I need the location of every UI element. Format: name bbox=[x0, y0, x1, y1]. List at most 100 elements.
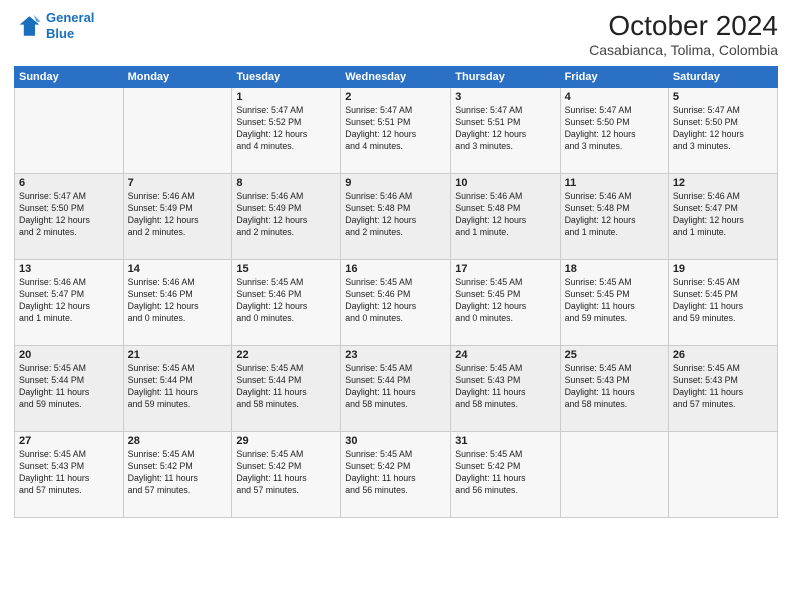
main-title: October 2024 bbox=[589, 10, 778, 42]
day-info: Sunrise: 5:45 AMSunset: 5:42 PMDaylight:… bbox=[128, 449, 228, 497]
day-number: 2 bbox=[345, 91, 446, 103]
table-row: 12 Sunrise: 5:46 AMSunset: 5:47 PMDayligh… bbox=[668, 174, 777, 260]
day-number: 3 bbox=[455, 91, 555, 103]
logo-text: General Blue bbox=[46, 10, 94, 41]
day-number: 11 bbox=[565, 177, 664, 189]
subtitle: Casabianca, Tolima, Colombia bbox=[589, 42, 778, 58]
day-number: 10 bbox=[455, 177, 555, 189]
day-info: Sunrise: 5:45 AMSunset: 5:44 PMDaylight:… bbox=[19, 363, 119, 411]
col-sunday: Sunday bbox=[15, 67, 124, 88]
table-row: 18 Sunrise: 5:45 AMSunset: 5:45 PMDayligh… bbox=[560, 260, 668, 346]
table-row: 1Sunrise: 5:47 AMSunset: 5:52 PMDaylight… bbox=[232, 88, 341, 174]
day-number: 12 bbox=[673, 177, 773, 189]
table-row: 14 Sunrise: 5:46 AMSunset: 5:46 PMDayligh… bbox=[123, 260, 232, 346]
day-info: Sunrise: 5:45 AMSunset: 5:43 PMDaylight:… bbox=[455, 363, 555, 411]
table-row bbox=[560, 432, 668, 518]
table-row: 8Sunrise: 5:46 AMSunset: 5:49 PMDaylight… bbox=[232, 174, 341, 260]
table-row: 29Sunrise: 5:45 AMSunset: 5:42 PMDayligh… bbox=[232, 432, 341, 518]
day-info: Sunrise: 5:46 AMSunset: 5:48 PMDaylight:… bbox=[455, 191, 555, 239]
day-info: Sunrise: 5:47 AMSunset: 5:51 PMDaylight:… bbox=[455, 105, 555, 153]
day-info: Sunrise: 5:45 AMSunset: 5:45 PMDaylight:… bbox=[565, 277, 664, 325]
table-row: 17 Sunrise: 5:45 AMSunset: 5:45 PMDayligh… bbox=[451, 260, 560, 346]
calendar-week-row: 27Sunrise: 5:45 AMSunset: 5:43 PMDayligh… bbox=[15, 432, 778, 518]
day-number: 21 bbox=[128, 349, 228, 361]
col-tuesday: Tuesday bbox=[232, 67, 341, 88]
header: General Blue October 2024 Casabianca, To… bbox=[14, 10, 778, 58]
day-number: 30 bbox=[345, 435, 446, 447]
col-saturday: Saturday bbox=[668, 67, 777, 88]
table-row: 26 Sunrise: 5:45 AMSunset: 5:43 PMDayligh… bbox=[668, 346, 777, 432]
table-row: 15Sunrise: 5:45 AMSunset: 5:46 PMDayligh… bbox=[232, 260, 341, 346]
table-row: 3 Sunrise: 5:47 AMSunset: 5:51 PMDaylight… bbox=[451, 88, 560, 174]
table-row: 20 Sunrise: 5:45 AMSunset: 5:44 PMDayligh… bbox=[15, 346, 124, 432]
day-info: Sunrise: 5:45 AMSunset: 5:44 PMDaylight:… bbox=[128, 363, 228, 411]
day-number: 20 bbox=[19, 349, 119, 361]
day-number: 9 bbox=[345, 177, 446, 189]
day-number: 1 bbox=[236, 91, 336, 103]
day-info: Sunrise: 5:47 AMSunset: 5:50 PMDaylight:… bbox=[19, 191, 119, 239]
day-info: Sunrise: 5:45 AMSunset: 5:42 PMDaylight:… bbox=[236, 449, 336, 497]
day-info: Sunrise: 5:46 AMSunset: 5:46 PMDaylight:… bbox=[128, 277, 228, 325]
table-row: 28 Sunrise: 5:45 AMSunset: 5:42 PMDayligh… bbox=[123, 432, 232, 518]
table-row: 13 Sunrise: 5:46 AMSunset: 5:47 PMDayligh… bbox=[15, 260, 124, 346]
day-info: Sunrise: 5:45 AMSunset: 5:43 PMDaylight:… bbox=[565, 363, 664, 411]
day-info: Sunrise: 5:46 AMSunset: 5:48 PMDaylight:… bbox=[565, 191, 664, 239]
day-info: Sunrise: 5:45 AMSunset: 5:43 PMDaylight:… bbox=[19, 449, 119, 497]
day-number: 25 bbox=[565, 349, 664, 361]
calendar-week-row: 20 Sunrise: 5:45 AMSunset: 5:44 PMDayligh… bbox=[15, 346, 778, 432]
day-number: 18 bbox=[565, 263, 664, 275]
day-info: Sunrise: 5:45 AMSunset: 5:44 PMDaylight:… bbox=[236, 363, 336, 411]
col-thursday: Thursday bbox=[451, 67, 560, 88]
day-number: 4 bbox=[565, 91, 664, 103]
logo: General Blue bbox=[14, 10, 94, 41]
day-info: Sunrise: 5:46 AMSunset: 5:47 PMDaylight:… bbox=[19, 277, 119, 325]
day-number: 31 bbox=[455, 435, 555, 447]
day-number: 6 bbox=[19, 177, 119, 189]
table-row: 5Sunrise: 5:47 AMSunset: 5:50 PMDaylight… bbox=[668, 88, 777, 174]
table-row: 24 Sunrise: 5:45 AMSunset: 5:43 PMDayligh… bbox=[451, 346, 560, 432]
day-number: 16 bbox=[345, 263, 446, 275]
table-row: 23Sunrise: 5:45 AMSunset: 5:44 PMDayligh… bbox=[341, 346, 451, 432]
table-row: 11 Sunrise: 5:46 AMSunset: 5:48 PMDayligh… bbox=[560, 174, 668, 260]
day-number: 17 bbox=[455, 263, 555, 275]
day-info: Sunrise: 5:46 AMSunset: 5:48 PMDaylight:… bbox=[345, 191, 446, 239]
table-row: 7 Sunrise: 5:46 AMSunset: 5:49 PMDaylight… bbox=[123, 174, 232, 260]
col-wednesday: Wednesday bbox=[341, 67, 451, 88]
day-info: Sunrise: 5:45 AMSunset: 5:46 PMDaylight:… bbox=[236, 277, 336, 325]
day-number: 24 bbox=[455, 349, 555, 361]
day-number: 14 bbox=[128, 263, 228, 275]
col-monday: Monday bbox=[123, 67, 232, 88]
calendar-week-row: 6 Sunrise: 5:47 AMSunset: 5:50 PMDaylight… bbox=[15, 174, 778, 260]
day-info: Sunrise: 5:45 AMSunset: 5:43 PMDaylight:… bbox=[673, 363, 773, 411]
calendar-week-row: 13 Sunrise: 5:46 AMSunset: 5:47 PMDayligh… bbox=[15, 260, 778, 346]
day-info: Sunrise: 5:46 AMSunset: 5:47 PMDaylight:… bbox=[673, 191, 773, 239]
table-row bbox=[123, 88, 232, 174]
calendar-week-row: 1Sunrise: 5:47 AMSunset: 5:52 PMDaylight… bbox=[15, 88, 778, 174]
table-row: 27Sunrise: 5:45 AMSunset: 5:43 PMDayligh… bbox=[15, 432, 124, 518]
calendar-header-row: Sunday Monday Tuesday Wednesday Thursday… bbox=[15, 67, 778, 88]
day-number: 7 bbox=[128, 177, 228, 189]
day-number: 28 bbox=[128, 435, 228, 447]
day-info: Sunrise: 5:45 AMSunset: 5:45 PMDaylight:… bbox=[673, 277, 773, 325]
table-row: 19Sunrise: 5:45 AMSunset: 5:45 PMDayligh… bbox=[668, 260, 777, 346]
table-row: 9 Sunrise: 5:46 AMSunset: 5:48 PMDaylight… bbox=[341, 174, 451, 260]
calendar-table: Sunday Monday Tuesday Wednesday Thursday… bbox=[14, 66, 778, 518]
day-number: 5 bbox=[673, 91, 773, 103]
day-info: Sunrise: 5:45 AMSunset: 5:42 PMDaylight:… bbox=[345, 449, 446, 497]
day-info: Sunrise: 5:45 AMSunset: 5:42 PMDaylight:… bbox=[455, 449, 555, 497]
table-row: 4 Sunrise: 5:47 AMSunset: 5:50 PMDaylight… bbox=[560, 88, 668, 174]
table-row: 30 Sunrise: 5:45 AMSunset: 5:42 PMDayligh… bbox=[341, 432, 451, 518]
table-row: 16 Sunrise: 5:45 AMSunset: 5:46 PMDayligh… bbox=[341, 260, 451, 346]
day-info: Sunrise: 5:47 AMSunset: 5:51 PMDaylight:… bbox=[345, 105, 446, 153]
day-info: Sunrise: 5:45 AMSunset: 5:46 PMDaylight:… bbox=[345, 277, 446, 325]
day-info: Sunrise: 5:47 AMSunset: 5:50 PMDaylight:… bbox=[565, 105, 664, 153]
day-info: Sunrise: 5:46 AMSunset: 5:49 PMDaylight:… bbox=[128, 191, 228, 239]
logo-icon bbox=[14, 12, 42, 40]
table-row: 22Sunrise: 5:45 AMSunset: 5:44 PMDayligh… bbox=[232, 346, 341, 432]
table-row: 2 Sunrise: 5:47 AMSunset: 5:51 PMDaylight… bbox=[341, 88, 451, 174]
day-info: Sunrise: 5:45 AMSunset: 5:44 PMDaylight:… bbox=[345, 363, 446, 411]
day-number: 26 bbox=[673, 349, 773, 361]
day-number: 13 bbox=[19, 263, 119, 275]
day-info: Sunrise: 5:45 AMSunset: 5:45 PMDaylight:… bbox=[455, 277, 555, 325]
table-row: 21 Sunrise: 5:45 AMSunset: 5:44 PMDayligh… bbox=[123, 346, 232, 432]
